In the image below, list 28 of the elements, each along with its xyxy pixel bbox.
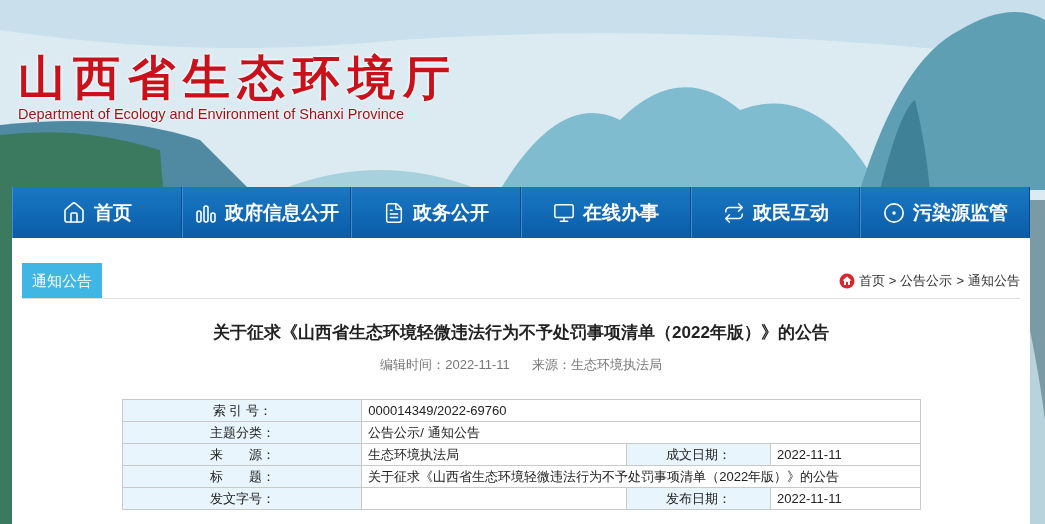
breadcrumb-separator: > [888, 273, 897, 288]
monitor-icon [552, 201, 575, 224]
site-logo-title: 山西省生态环境厅 [18, 50, 458, 106]
field-value-cell: 关于征求《山西省生态环境轻微违法行为不予处罚事项清单（2022年版）》的公告 [361, 465, 921, 488]
field-label-cell: 发文字号： [122, 487, 362, 510]
field-label-cell: 成文日期： [626, 443, 771, 466]
home-icon [838, 272, 855, 289]
breadcrumb-link[interactable]: 公告公示 [900, 271, 953, 290]
article-meta: 来源：生态环境执法局 [531, 356, 662, 374]
field-value-cell: 2022-11-11 [770, 443, 921, 466]
article-title: 关于征求《山西省生态环境轻微违法行为不予处罚事项清单（2022年版）》的公告 [212, 322, 830, 344]
home-icon [61, 200, 86, 225]
field-value-cell: 公告公示/ 通知公告 [361, 421, 921, 444]
site-subtitle: Department of Ecology and Environment of Shanxi Province [18, 106, 405, 122]
field-label-cell: 来 源： [122, 443, 362, 466]
field-label-cell: 索 引 号： [122, 399, 362, 422]
field-value-cell: 2022-11-11 [770, 487, 921, 510]
target-icon [882, 201, 905, 224]
breadcrumb-link[interactable]: 首页 [858, 271, 885, 290]
breadcrumb-separator: > [956, 273, 964, 288]
field-label-cell: 标 题： [122, 465, 362, 488]
exchange-icon [722, 201, 745, 224]
field-value-cell: 生态环境执法局 [361, 443, 627, 466]
field-label-cell: 发布日期： [626, 487, 771, 510]
field-label-cell: 主题分类： [122, 421, 362, 444]
field-value-cell: 000014349/2022-69760 [361, 399, 921, 422]
breadcrumb-link[interactable]: 通知公告 [968, 271, 1020, 290]
article-meta: 编辑时间：2022-11-11 [380, 356, 510, 374]
